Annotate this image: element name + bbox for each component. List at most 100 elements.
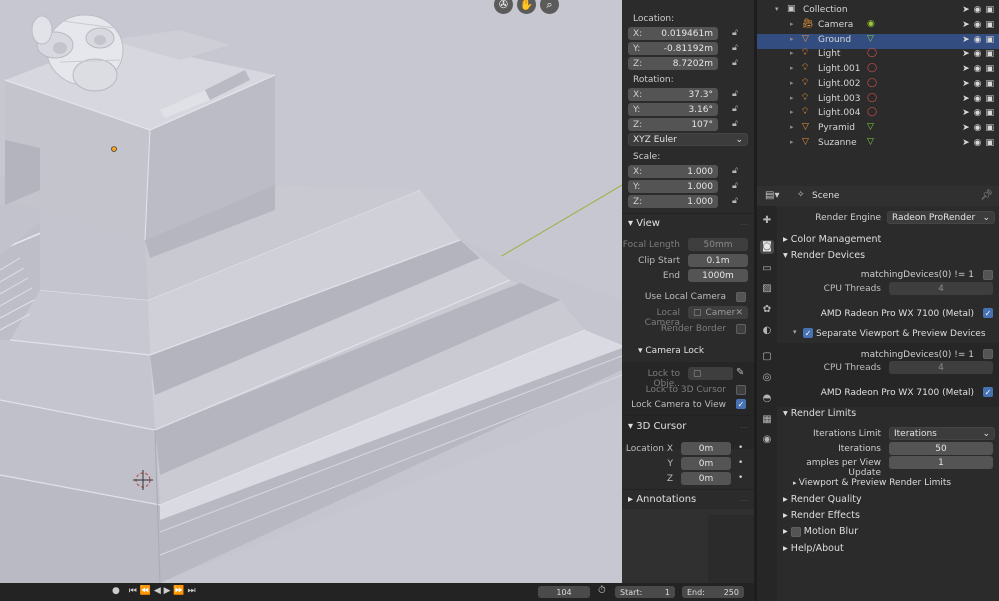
lock-camera-to-view-checkbox[interactable]: ✓ (736, 399, 746, 409)
local-camera-field[interactable]: ▢ Camer ✕ (688, 306, 748, 319)
lock-icon[interactable]: 🔓︎ (732, 43, 742, 54)
view-panel-header[interactable]: ▾ View (628, 218, 660, 229)
outliner-item[interactable]: ▸ ▽ Suzanne ▽ ➤ ◉ ▣ (757, 137, 999, 152)
matching-devices-checkbox[interactable] (983, 270, 993, 280)
outliner-collection-row[interactable]: ▾ ▣ Collection ➤ ◉ ▣ (757, 4, 999, 19)
prev-keyframe-icon[interactable]: ⏪ (140, 586, 151, 596)
camera-render-icon[interactable]: ▣ (985, 64, 994, 74)
camera-render-icon[interactable]: ▣ (985, 49, 994, 59)
location-y-field[interactable]: Y: -0.81192m (628, 42, 718, 55)
lock-icon[interactable]: 🔓︎ (732, 181, 742, 192)
camera-render-icon[interactable]: ▣ (985, 94, 994, 104)
select-cursor-icon[interactable]: ➤ (962, 20, 970, 30)
outliner-item[interactable]: ▸ 💡︎ Light.002 ◯ ➤ ◉ ▣ (757, 78, 999, 93)
start-frame-field[interactable]: Start: 1 (615, 586, 675, 598)
3d-viewport[interactable]: ✇ ✋ ⌕ (0, 0, 622, 583)
scene-tab-icon[interactable]: ✿ (760, 303, 774, 317)
mesh-data-icon[interactable]: ▽ (867, 137, 874, 147)
cpu-threads-field-2[interactable]: 4 (889, 361, 993, 374)
clip-start-field[interactable]: 0.1m (688, 254, 748, 267)
outliner-item[interactable]: ▸ ▽ Ground ▽ ➤ ◉ ▣ (757, 33, 999, 49)
location-z-field[interactable]: Z: 8.7202m (628, 57, 718, 70)
camera-lock-subpanel-header[interactable]: ▾ Camera Lock (638, 346, 704, 356)
eyedropper-icon[interactable]: ✎ (736, 367, 744, 378)
cpu-threads-field[interactable]: 4 (889, 282, 993, 295)
lock-icon[interactable]: 🔓︎ (732, 28, 742, 39)
iterations-field[interactable]: 50 (889, 442, 993, 455)
select-cursor-icon[interactable]: ➤ (962, 123, 970, 133)
select-cursor-icon[interactable]: ➤ (962, 108, 970, 118)
expand-arrow-icon[interactable]: ▾ (775, 5, 779, 13)
light-data-icon[interactable]: ◯ (867, 93, 877, 103)
output-tab-icon[interactable]: ▭ (760, 262, 774, 276)
drag-handle-icon[interactable]: ⋯ (740, 423, 748, 432)
lock-icon[interactable]: 🔓︎ (732, 89, 742, 100)
jump-start-icon[interactable]: ⏮ (129, 586, 137, 596)
camera-render-icon[interactable]: ▣ (985, 35, 994, 45)
outliner-item[interactable]: ▸ 🎥︎ Camera ◉ ➤ ◉ ▣ (757, 19, 999, 34)
motion-blur-checkbox[interactable] (790, 526, 801, 537)
camera-render-icon[interactable]: ▣ (985, 108, 994, 118)
clip-end-field[interactable]: 1000m (688, 269, 748, 282)
cursor-z-field[interactable]: 0m (681, 472, 731, 485)
outliner-item[interactable]: ▸ 💡︎ Light.003 ◯ ➤ ◉ ▣ (757, 93, 999, 108)
rotation-mode-dropdown[interactable]: XYZ Euler ⌄ (628, 133, 748, 146)
outliner-item[interactable]: ▸ ▽ Pyramid ▽ ➤ ◉ ▣ (757, 122, 999, 137)
camera-render-icon[interactable]: ▣ (985, 138, 994, 148)
drag-handle-icon[interactable]: ⋯ (740, 220, 748, 229)
tool-tab-icon[interactable]: ✚ (760, 214, 774, 228)
eye-icon[interactable]: ◉ (974, 49, 982, 59)
cursor-x-field[interactable]: 0m (681, 442, 731, 455)
render-quality-panel[interactable]: ▸ Render Quality (783, 494, 862, 505)
select-cursor-icon[interactable]: ➤ (962, 5, 970, 15)
pin-icon[interactable]: 📌︎ (980, 190, 993, 201)
viewport-render-limits-subpanel[interactable]: ▸ Viewport & Preview Render Limits (793, 478, 951, 488)
outliner-item[interactable]: ▸ 💡︎ Light.004 ◯ ➤ ◉ ▣ (757, 107, 999, 122)
eye-icon[interactable]: ◉ (974, 35, 982, 45)
expand-arrow-icon[interactable]: ▸ (790, 35, 794, 43)
location-x-field[interactable]: X: 0.019461m (628, 27, 718, 40)
physics-tab-icon[interactable]: ◓ (760, 392, 774, 406)
motion-blur-panel[interactable]: ▸ Motion Blur (783, 526, 858, 537)
scale-z-field[interactable]: Z: 1.000 (628, 195, 718, 208)
expand-arrow-icon[interactable]: ▸ (790, 108, 794, 116)
rotation-y-field[interactable]: Y: 3.16° (628, 103, 718, 116)
current-frame-field[interactable]: 104 (538, 586, 590, 598)
play-icon[interactable]: ▶ (164, 586, 171, 596)
end-frame-field[interactable]: End: 250 (682, 586, 744, 598)
camera-render-icon[interactable]: ▣ (985, 79, 994, 89)
help-about-panel[interactable]: ▸ Help/About (783, 543, 844, 554)
matching-devices-checkbox-2[interactable] (983, 349, 993, 359)
keyframe-dot-icon[interactable]: • (738, 443, 743, 453)
eye-icon[interactable]: ◉ (974, 108, 982, 118)
light-data-icon[interactable]: ◯ (867, 63, 877, 73)
close-icon[interactable]: ✕ (735, 308, 743, 318)
eye-icon[interactable]: ◉ (974, 94, 982, 104)
camera-data-icon[interactable]: ◉ (867, 19, 875, 29)
view-layer-tab-icon[interactable]: ▨ (760, 282, 774, 296)
select-cursor-icon[interactable]: ➤ (962, 79, 970, 89)
play-reverse-icon[interactable]: ◀ (154, 586, 161, 596)
eye-icon[interactable]: ◉ (974, 138, 982, 148)
record-icon[interactable]: ● (112, 586, 120, 596)
disclosure-triangle-icon[interactable]: ▾ (793, 328, 797, 336)
scale-x-field[interactable]: X: 1.000 (628, 165, 718, 178)
object-tab-icon[interactable]: ▢ (760, 350, 774, 364)
lock-to-3d-cursor-checkbox[interactable] (736, 385, 746, 395)
lock-icon[interactable]: 🔓︎ (732, 104, 742, 115)
light-data-icon[interactable]: ◯ (867, 78, 877, 88)
rotation-x-field[interactable]: X: 37.3° (628, 88, 718, 101)
cursor-y-field[interactable]: 0m (681, 457, 731, 470)
separate-viewport-checkbox[interactable]: ✓ (803, 328, 813, 338)
camera-render-icon[interactable]: ▣ (985, 123, 994, 133)
mesh-data-icon[interactable]: ▽ (867, 34, 874, 44)
eye-icon[interactable]: ◉ (974, 123, 982, 133)
expand-arrow-icon[interactable]: ▸ (790, 49, 794, 57)
expand-arrow-icon[interactable]: ▸ (790, 138, 794, 146)
render-limits-panel[interactable]: ▾ Render Limits (783, 408, 856, 419)
render-engine-dropdown[interactable]: Radeon ProRender ⌄ (887, 211, 995, 224)
gpu-device-checkbox-2[interactable]: ✓ (983, 387, 993, 397)
stopwatch-icon[interactable]: ⏱ (598, 585, 606, 596)
render-effects-panel[interactable]: ▸ Render Effects (783, 510, 860, 521)
eye-icon[interactable]: ◉ (974, 79, 982, 89)
